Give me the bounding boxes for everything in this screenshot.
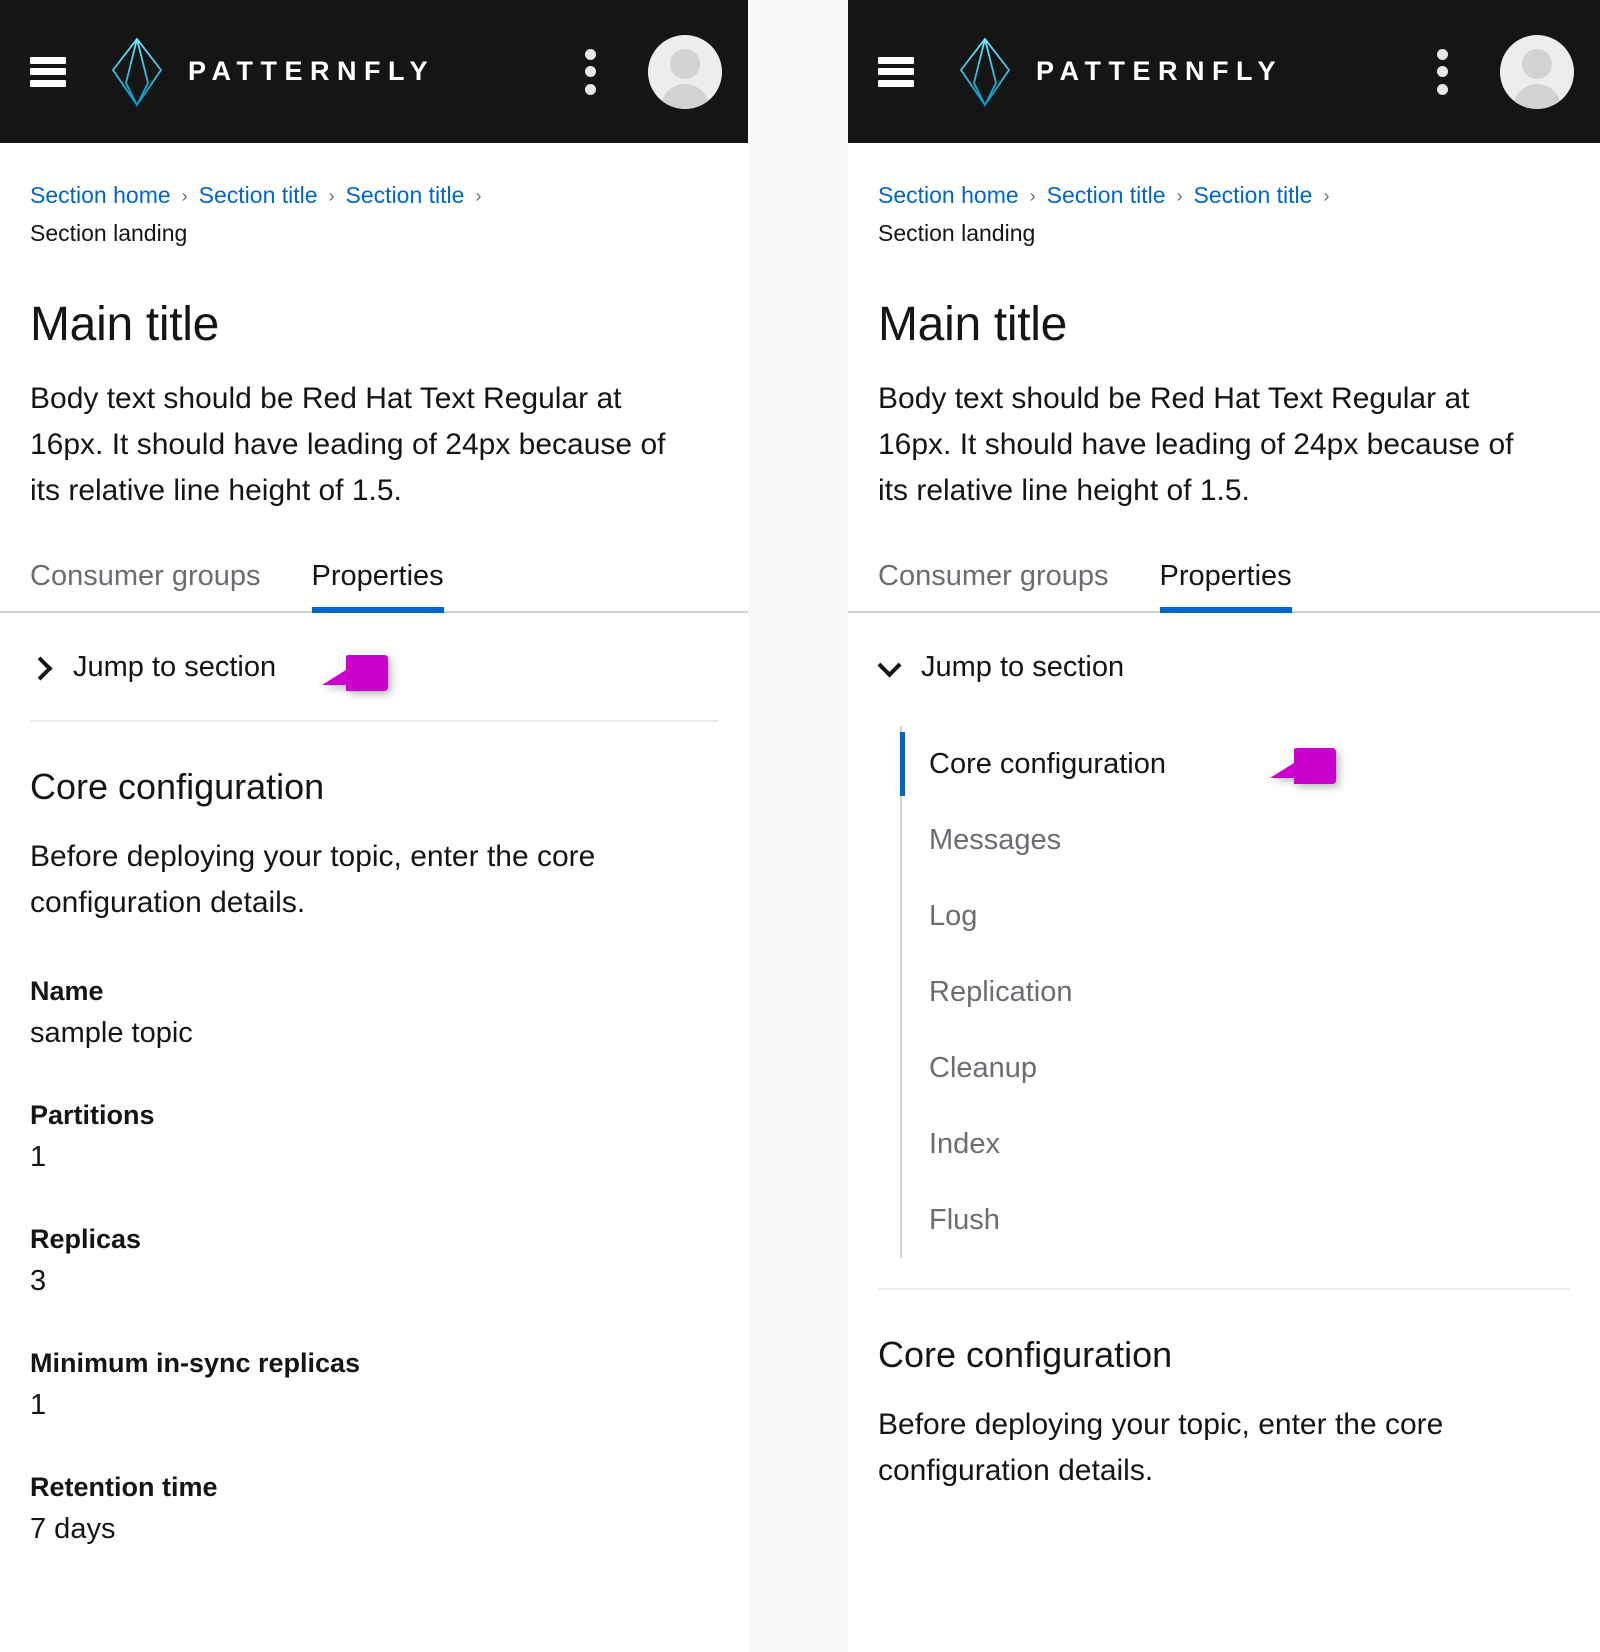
detail-value: 7 days	[30, 1513, 116, 1545]
detail-value: 1	[30, 1141, 47, 1173]
tab-bar: Consumer groups Properties	[0, 560, 748, 613]
detail-value: 1	[30, 1389, 47, 1421]
masthead-right: PATTERNFLY	[848, 0, 1600, 143]
section-description: Before deploying your topic, enter the c…	[30, 840, 596, 919]
jump-to-section-label: Jump to section	[73, 651, 277, 683]
breadcrumb-item-0[interactable]: Section home	[878, 182, 1019, 208]
page-body-text: Body text should be Red Hat Text Regular…	[30, 382, 666, 507]
jump-nav-item-messages[interactable]: Messages	[900, 802, 1570, 878]
jump-to-section-expanded: Jump to section Core configuration Messa…	[878, 613, 1570, 1290]
patternfly-logo-icon	[958, 37, 1012, 107]
detail-term: Partitions	[30, 1100, 155, 1130]
detail-term: Replicas	[30, 1224, 142, 1254]
magenta-pointer-arrow	[322, 655, 388, 693]
tab-consumer-groups[interactable]: Consumer groups	[30, 560, 284, 611]
breadcrumb-current: Section landing	[878, 220, 1036, 246]
section-core-configuration-left: Core configuration Before deploying your…	[30, 722, 718, 1546]
tab-bar: Consumer groups Properties	[848, 560, 1600, 613]
breadcrumb-item-1[interactable]: Section title	[199, 182, 318, 208]
jump-to-section-label: Jump to section	[921, 651, 1125, 683]
chevron-right-icon: ›	[1323, 186, 1330, 206]
section-core-configuration-right: Core configuration Before deploying your…	[878, 1290, 1570, 1494]
chevron-right-icon: ›	[475, 186, 482, 206]
screenshot-stage: PATTERNFLY Section home › Section title › Se…	[0, 0, 1600, 1652]
chevron-right-icon: ›	[181, 186, 188, 206]
jump-nav-item-flush[interactable]: Flush	[900, 1182, 1570, 1258]
chevron-right-icon	[30, 657, 52, 679]
jump-to-section-collapsed: Jump to section	[30, 613, 718, 722]
chevron-right-icon: ›	[1176, 186, 1183, 206]
page-title: Main title	[30, 298, 220, 351]
section-description: Before deploying your topic, enter the c…	[878, 1408, 1444, 1487]
breadcrumb-item-1[interactable]: Section title	[1047, 182, 1166, 208]
detail-value: sample topic	[30, 1017, 193, 1049]
core-config-details-list: Name sample topic Partitions 1 Replicas …	[30, 976, 718, 1546]
tab-consumer-groups[interactable]: Consumer groups	[878, 560, 1132, 611]
chevron-down-icon	[878, 657, 900, 679]
jump-nav-item-log[interactable]: Log	[900, 878, 1570, 954]
section-title: Core configuration	[878, 1334, 1173, 1375]
kebab-menu-icon[interactable]	[1436, 48, 1448, 95]
jump-nav-item-index[interactable]: Index	[900, 1106, 1570, 1182]
patternfly-logo-icon	[110, 37, 164, 107]
tab-properties[interactable]: Properties	[1132, 560, 1315, 613]
masthead-left: PATTERNFLY	[0, 0, 748, 143]
detail-term: Name	[30, 976, 104, 1006]
content-left: Section home › Section title › Section title…	[0, 143, 748, 1546]
page-body-text: Body text should be Red Hat Text Regular…	[878, 382, 1514, 507]
brand-name: PATTERNFLY	[188, 56, 436, 86]
breadcrumb-item-2[interactable]: Section title	[346, 182, 465, 208]
detail-value: 3	[30, 1265, 47, 1297]
kebab-menu-icon[interactable]	[584, 48, 596, 95]
jump-nav-item-cleanup[interactable]: Cleanup	[900, 1030, 1570, 1106]
hamburger-icon[interactable]	[30, 56, 66, 87]
breadcrumb: Section home › Section title › Section title…	[30, 143, 650, 251]
brand[interactable]: PATTERNFLY	[958, 37, 1283, 107]
breadcrumb-item-0[interactable]: Section home	[30, 182, 171, 208]
panel-expanded-state: PATTERNFLY Section home › Section title › Se…	[848, 0, 1600, 1652]
content-right: Section home › Section title › Section title…	[848, 143, 1600, 1494]
detail-term: Minimum in-sync replicas	[30, 1348, 361, 1378]
brand[interactable]: PATTERNFLY	[110, 37, 435, 107]
breadcrumb-current: Section landing	[30, 220, 188, 246]
detail-term: Retention time	[30, 1472, 218, 1502]
jump-nav-item-core-configuration[interactable]: Core configuration	[900, 726, 1570, 802]
user-avatar-icon[interactable]	[648, 34, 722, 109]
jump-to-section-toggle[interactable]: Jump to section	[878, 651, 1570, 684]
jump-nav-item-replication[interactable]: Replication	[900, 954, 1570, 1030]
section-title: Core configuration	[30, 766, 325, 807]
hamburger-icon[interactable]	[878, 56, 914, 87]
page-title: Main title	[878, 298, 1068, 351]
breadcrumb-item-2[interactable]: Section title	[1194, 182, 1313, 208]
chevron-right-icon: ›	[1029, 186, 1036, 206]
brand-name: PATTERNFLY	[1036, 56, 1284, 86]
jump-to-section-toggle[interactable]: Jump to section	[30, 651, 718, 691]
chevron-right-icon: ›	[328, 186, 335, 206]
jump-to-section-nav: Core configuration Messages Log Replicat…	[878, 726, 1570, 1290]
breadcrumb: Section home › Section title › Section title…	[878, 143, 1498, 251]
tab-properties[interactable]: Properties	[284, 560, 467, 613]
panel-collapsed-state: PATTERNFLY Section home › Section title › Se…	[0, 0, 748, 1652]
user-avatar-icon[interactable]	[1500, 34, 1574, 109]
magenta-pointer-arrow	[1270, 748, 1336, 786]
